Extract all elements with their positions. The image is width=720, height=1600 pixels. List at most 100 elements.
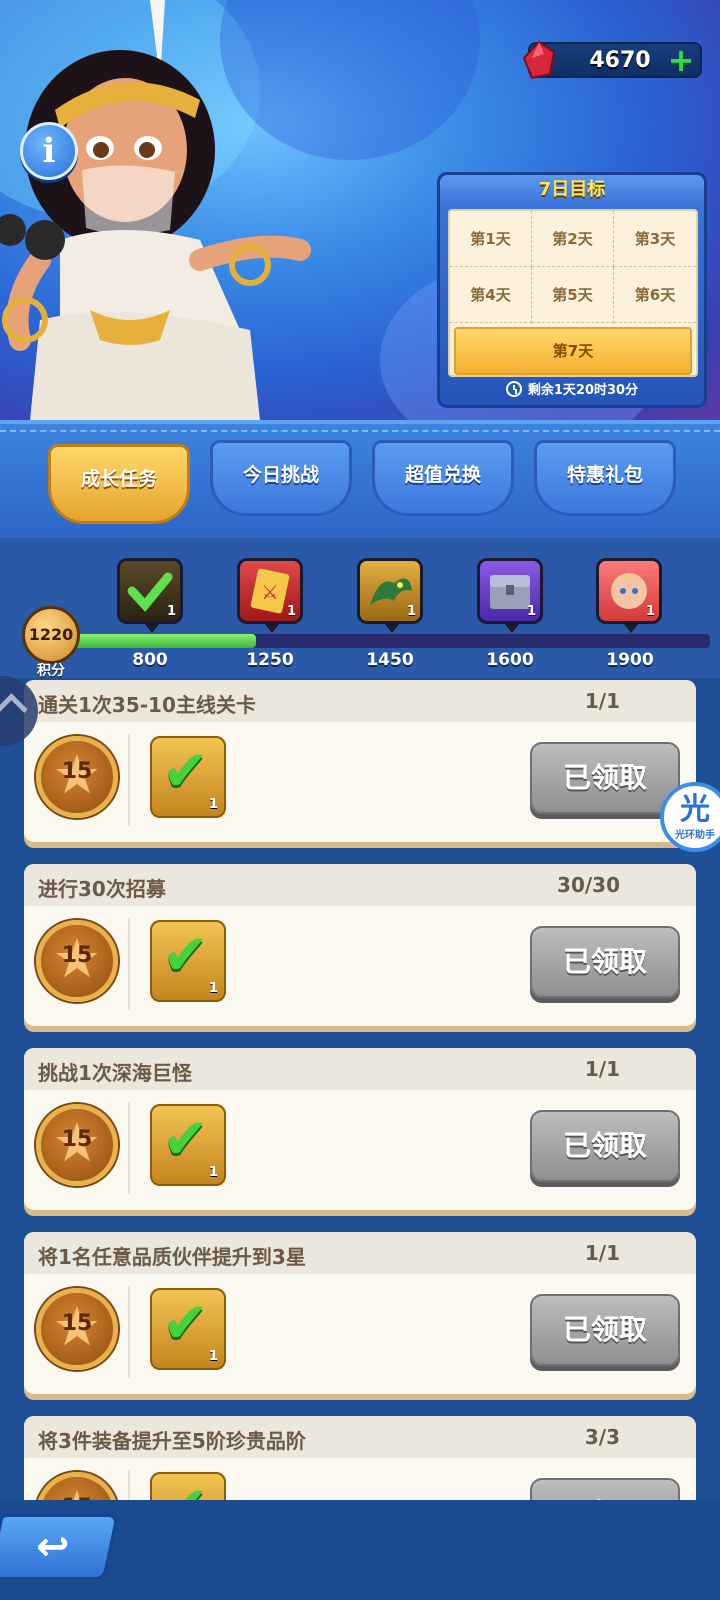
reward-count: 1 — [208, 797, 218, 812]
seven-day-goal-title: 7日目标 — [440, 175, 704, 205]
tab-value-exchange[interactable]: 超值兑换 — [372, 440, 514, 516]
check-icon: ✔ — [162, 923, 209, 988]
reward-item[interactable]: ✔1 — [150, 1104, 226, 1186]
divider — [128, 1286, 130, 1378]
task-progress: 3/3 — [584, 1425, 620, 1449]
reward-item[interactable]: ✔1 — [150, 1472, 226, 1500]
points-medal: ★15 — [36, 1104, 118, 1186]
gem-amount: 4670 — [589, 48, 651, 73]
points-value: 15 — [61, 943, 93, 968]
hero-banner: i 4670 + 7日目标 第1天 第2天 第3天 第4天 第5天 第6天 第7… — [0, 0, 720, 420]
claimed-button[interactable]: 已领取 — [530, 926, 680, 998]
task-header: 通关1次35-10主线关卡 1/1 — [24, 680, 696, 722]
task-title: 将1名任意品质伙伴提升到3星 — [38, 1245, 306, 1269]
milestone-count: 1 — [526, 604, 536, 619]
points-value: 15 — [61, 1127, 93, 1152]
task-card: 通关1次35-10主线关卡 1/1 ★ 15 ✔ 1 已领取 — [24, 680, 696, 842]
day-4-cell[interactable]: 第4天 — [450, 267, 532, 323]
milestone-count: 1 — [286, 604, 296, 619]
milestone-1600-reward[interactable]: 1 — [477, 558, 543, 633]
milestone-count: 1 — [406, 604, 416, 619]
back-arrow-icon: ↩ — [36, 1524, 70, 1570]
task-title: 进行30次招募 — [38, 877, 166, 901]
milestone-800-reward[interactable]: 1 — [117, 558, 183, 633]
milestone-1250-reward[interactable]: ⚔ 1 — [237, 558, 303, 633]
assistant-label: 光环助手 — [675, 830, 715, 841]
task-progress: 30/30 — [557, 873, 620, 897]
milestone-count: 1 — [645, 604, 655, 619]
divider — [128, 734, 130, 826]
points-medal: ★15 — [36, 736, 118, 818]
reward-count: 1 — [208, 1349, 218, 1364]
divider — [128, 1102, 130, 1194]
milestone-label: 800 — [132, 650, 168, 670]
task-progress: 1/1 — [584, 1241, 620, 1265]
task-title: 将3件装备提升至5阶珍贵品阶 — [38, 1429, 306, 1453]
task-card: 挑战1次深海巨怪 1/1 ★ 15 ✔ 1 已领取 — [24, 1048, 696, 1210]
reward-count: 1 — [208, 981, 218, 996]
remaining-time: 剩余1天20时30分 — [440, 381, 704, 401]
check-icon: ✔ — [162, 1291, 209, 1356]
task-header: 将3件装备提升至5阶珍贵品阶 3/3 — [24, 1416, 696, 1458]
task-progress: 1/1 — [584, 1057, 620, 1081]
progress-bar-fill — [70, 634, 256, 648]
tab-special-packs[interactable]: 特惠礼包 — [534, 440, 676, 516]
score-label: 积分 — [37, 663, 65, 679]
reward-item[interactable]: ✔1 — [150, 920, 226, 1002]
remaining-time-text: 剩余1天20时30分 — [527, 383, 639, 398]
milestone-label: 1450 — [366, 650, 414, 670]
character-illustration — [0, 0, 311, 420]
score-badge: 1220 — [22, 606, 80, 664]
milestone-label: 1250 — [246, 650, 294, 670]
task-card: 进行30次招募 30/30 ★ 15 ✔ 1 已领取 — [24, 864, 696, 1026]
bottom-bar: ↩ — [0, 1500, 720, 1600]
task-title: 通关1次35-10主线关卡 — [38, 693, 256, 717]
svg-text:⚔: ⚔ — [261, 580, 279, 604]
reward-item[interactable]: ✔1 — [150, 1288, 226, 1370]
task-progress: 1/1 — [584, 689, 620, 713]
day-2-cell[interactable]: 第2天 — [532, 211, 614, 267]
task-card: 将1名任意品质伙伴提升到3星 1/1 ★ 15 ✔ 1 已领取 — [24, 1232, 696, 1394]
ruby-gem-icon — [522, 40, 556, 80]
milestone-label: 1900 — [606, 650, 654, 670]
tab-daily-challenge[interactable]: 今日挑战 — [210, 440, 352, 516]
day-3-cell[interactable]: 第3天 — [614, 211, 696, 267]
reward-count: 1 — [208, 1165, 218, 1180]
tab-growth-tasks[interactable]: 成长任务 — [48, 444, 190, 524]
points-medal: ★15 — [36, 1288, 118, 1370]
claimed-button[interactable]: 已领取 — [530, 1478, 680, 1500]
back-button[interactable]: ↩ — [0, 1514, 120, 1580]
claimed-button[interactable]: 已领取 — [530, 742, 680, 814]
points-medal: ★15 — [36, 1472, 118, 1500]
check-icon: ✔ — [162, 1107, 209, 1172]
task-card: 将3件装备提升至5阶珍贵品阶 3/3 ★15 ✔1 已领取 — [24, 1416, 696, 1500]
divider — [128, 918, 130, 1010]
day-7-cell[interactable]: 第7天 — [454, 327, 692, 375]
check-icon: ✔ — [162, 739, 209, 804]
assistant-glyph: 光 — [680, 792, 710, 827]
info-button[interactable]: i — [20, 122, 78, 180]
day-5-cell[interactable]: 第5天 — [532, 267, 614, 323]
seven-day-goal-panel[interactable]: 7日目标 第1天 第2天 第3天 第4天 第5天 第6天 第7天 剩余1天20时… — [437, 172, 707, 408]
milestone-count: 1 — [166, 604, 176, 619]
add-gems-button[interactable]: + — [666, 44, 696, 76]
reward-item[interactable]: ✔1 — [150, 736, 226, 818]
milestone-1900-reward[interactable]: 1 — [596, 558, 662, 633]
tab-bar: 成长任务 今日挑战 超值兑换 特惠礼包 — [0, 420, 720, 538]
claimed-button[interactable]: 已领取 — [530, 1294, 680, 1366]
task-title: 挑战1次深海巨怪 — [38, 1061, 192, 1085]
gem-counter: 4670 + — [522, 40, 702, 80]
points-value: 15 — [61, 1311, 93, 1336]
task-header: 进行30次招募 30/30 — [24, 864, 696, 906]
assistant-float-button[interactable]: 光光环助手 — [660, 782, 720, 852]
day-6-cell[interactable]: 第6天 — [614, 267, 696, 323]
day-1-cell[interactable]: 第1天 — [450, 211, 532, 267]
points-medal: ★15 — [36, 920, 118, 1002]
app-root: i 4670 + 7日目标 第1天 第2天 第3天 第4天 第5天 第6天 第7… — [0, 0, 720, 1600]
progress-bar — [70, 634, 710, 648]
claimed-button[interactable]: 已领取 — [530, 1110, 680, 1182]
task-list[interactable]: 通关1次35-10主线关卡 1/1 ★ 15 ✔ 1 已领取 进行30次招募 30/… — [0, 678, 720, 1500]
milestone-1450-reward[interactable]: 1 — [357, 558, 423, 633]
milestone-label: 1600 — [486, 650, 534, 670]
check-icon: ✔ — [162, 1480, 218, 1501]
